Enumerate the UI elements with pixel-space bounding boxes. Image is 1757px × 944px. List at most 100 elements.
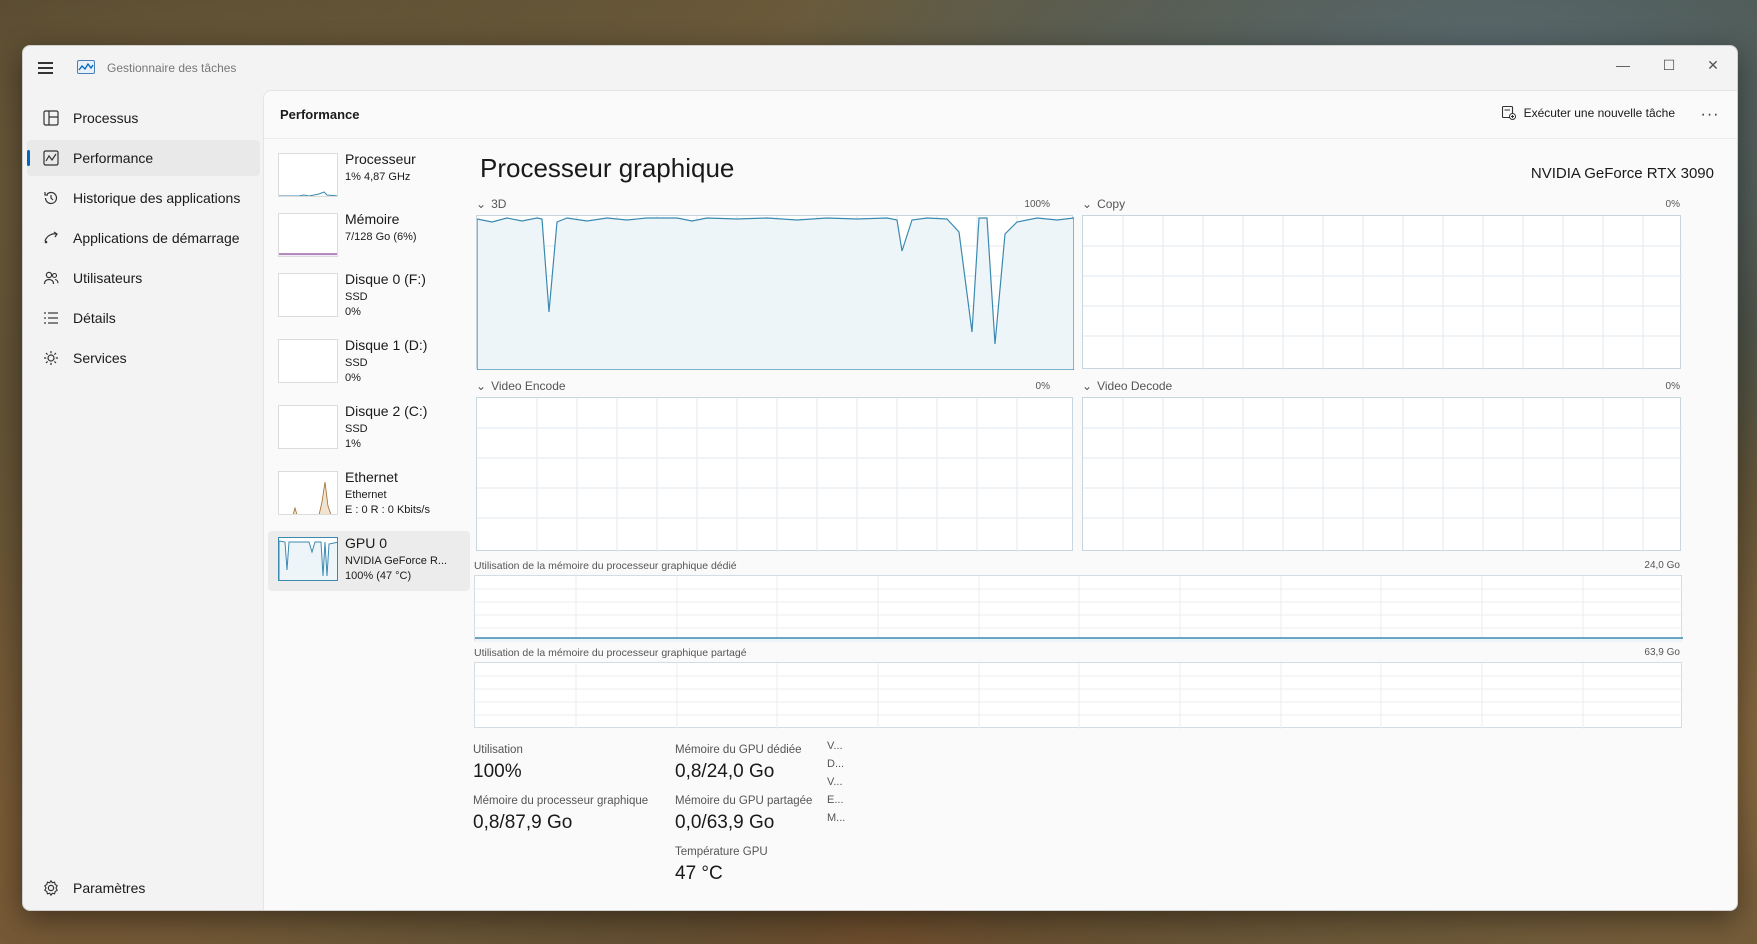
stat-truncated: E... [827,794,844,806]
device-name: Mémoire [345,211,400,227]
engine-max: 100% [1024,199,1050,210]
graph-dedicated-memory [474,575,1683,642]
title-bar: Gestionnaire des tâches — ☐ ✕ [23,46,1737,90]
engine-label: 3D [491,197,507,211]
sidebar-item-performance[interactable]: Performance [27,140,260,176]
device-detail: NVIDIA GeForce R... [345,555,448,567]
device-item-disque-2[interactable]: Disque 2 (C:) SSD 1% [268,399,470,457]
app-title: Gestionnaire des tâches [107,61,237,75]
gpu-title: Processeur graphique [480,153,735,183]
disk-thumbnail [278,339,338,383]
device-name: Disque 0 (F:) [345,271,426,287]
device-name: Disque 1 (D:) [345,337,428,353]
cpu-thumbnail [278,153,338,197]
device-usage: 100% (47 °C) [345,570,412,582]
startup-icon [44,231,58,244]
engine-label: Copy [1097,197,1126,211]
device-detail: SSD [345,291,368,303]
engine-label: Video Decode [1097,379,1173,393]
gpu-detail-panel: Processeur graphique NVIDIA GeForce RTX … [470,139,1737,910]
sidebar-item-label: Services [73,350,127,366]
device-name: GPU 0 [345,535,388,551]
memory-thumbnail [278,213,338,257]
engine-selector-copy[interactable]: ⌄ Copy [1082,197,1125,211]
performance-icon [43,150,59,166]
device-item-ethernet[interactable]: Ethernet Ethernet E : 0 R : 0 Kbits/s [268,465,470,523]
device-item-disque-1[interactable]: Disque 1 (D:) SSD 0% [268,333,470,391]
chevron-down-icon: ⌄ [476,379,487,393]
stat-utilisation-value: 100% [473,761,522,782]
gpu-thumbnail [278,537,338,581]
sidebar-item-startup[interactable]: Applications de démarrage [27,220,260,256]
stat-temperature-value: 47 °C [675,863,723,884]
device-list: Processeur 1% 4,87 GHz Mémoire 7/128 Go … [264,139,470,910]
disk-thumbnail [278,273,338,317]
device-name: Ethernet [345,469,398,485]
sidebar-item-processus[interactable]: Processus [27,100,260,136]
device-item-gpu-0[interactable]: GPU 0 NVIDIA GeForce R... 100% (47 °C) [268,531,470,591]
stat-gpu-memory-label: Mémoire du processeur graphique [473,795,649,807]
stat-truncated: D... [827,758,845,770]
details-icon [44,312,58,324]
sidebar-item-label: Historique des applications [73,190,241,206]
gear-icon [44,879,58,897]
run-new-task-button[interactable]: Exécuter une nouvelle tâche [1501,105,1675,120]
stat-truncated: V... [827,740,843,752]
maximize-button[interactable]: ☐ [1647,50,1691,80]
content-area: Performance Exécuter une nouvelle tâche … [263,90,1737,910]
engine-max: 0% [1665,199,1680,210]
sidebar-item-settings[interactable]: Paramètres [27,870,260,906]
sidebar-item-label: Paramètres [73,880,146,896]
dedicated-memory-label: Utilisation de la mémoire du processeur … [474,560,737,572]
stat-shared-label: Mémoire du GPU partagée [675,795,813,807]
stat-truncated: M... [827,812,846,824]
run-task-label: Exécuter une nouvelle tâche [1523,105,1675,120]
minimize-button[interactable]: — [1601,50,1645,80]
sidebar-item-label: Performance [73,150,154,166]
device-item-processeur[interactable]: Processeur 1% 4,87 GHz [268,147,470,205]
engine-label: Video Encode [491,379,566,393]
device-name: Processeur [345,151,416,167]
hamburger-menu-icon[interactable] [35,56,57,78]
users-icon [43,271,59,285]
device-usage: 0% [345,306,361,318]
sidebar-item-users[interactable]: Utilisateurs [27,260,260,296]
device-detail: Ethernet [345,489,387,501]
device-item-memoire[interactable]: Mémoire 7/128 Go (6%) [268,207,470,265]
graph-video-encode [476,397,1074,552]
graph-3d [476,215,1075,371]
task-manager-window: Gestionnaire des tâches — ☐ ✕ Processus … [22,45,1738,911]
history-icon [44,191,58,205]
chevron-down-icon: ⌄ [1082,197,1093,211]
sidebar-item-label: Utilisateurs [73,270,143,286]
sidebar-item-services[interactable]: Services [27,340,260,376]
sidebar-item-details[interactable]: Détails [27,300,260,336]
stat-gpu-memory-value: 0,8/87,9 Go [473,812,573,833]
sidebar-item-history[interactable]: Historique des applications [27,180,260,216]
dedicated-memory-max: 24,0 Go [1644,560,1680,571]
device-item-disque-0[interactable]: Disque 0 (F:) SSD 0% [268,267,470,325]
processes-icon [43,110,59,126]
shared-memory-max: 63,9 Go [1644,647,1680,658]
close-button[interactable]: ✕ [1691,50,1735,80]
page-title: Performance [280,107,360,122]
sidebar-item-label: Processus [73,110,139,126]
more-options-button[interactable]: ··· [1695,101,1725,129]
engine-max: 0% [1665,381,1680,392]
engine-selector-3d[interactable]: ⌄ 3D [476,197,506,211]
ethernet-thumbnail [278,471,338,515]
chevron-down-icon: ⌄ [476,197,487,211]
stat-dedicated-value: 0,8/24,0 Go [675,761,775,782]
stat-dedicated-label: Mémoire du GPU dédiée [675,744,802,756]
disk-thumbnail [278,405,338,449]
stat-shared-value: 0,0/63,9 Go [675,812,775,833]
engine-max: 0% [1035,381,1050,392]
graph-copy [1082,215,1682,370]
engine-selector-video-encode[interactable]: ⌄ Video Encode [476,379,566,393]
engine-selector-video-decode[interactable]: ⌄ Video Decode [1082,379,1172,393]
gpu-model: NVIDIA GeForce RTX 3090 [1530,165,1714,182]
sidebar-item-label: Applications de démarrage [73,230,240,246]
services-icon [44,351,58,365]
device-usage: 0% [345,372,361,384]
device-detail: 7/128 Go (6%) [345,231,417,243]
